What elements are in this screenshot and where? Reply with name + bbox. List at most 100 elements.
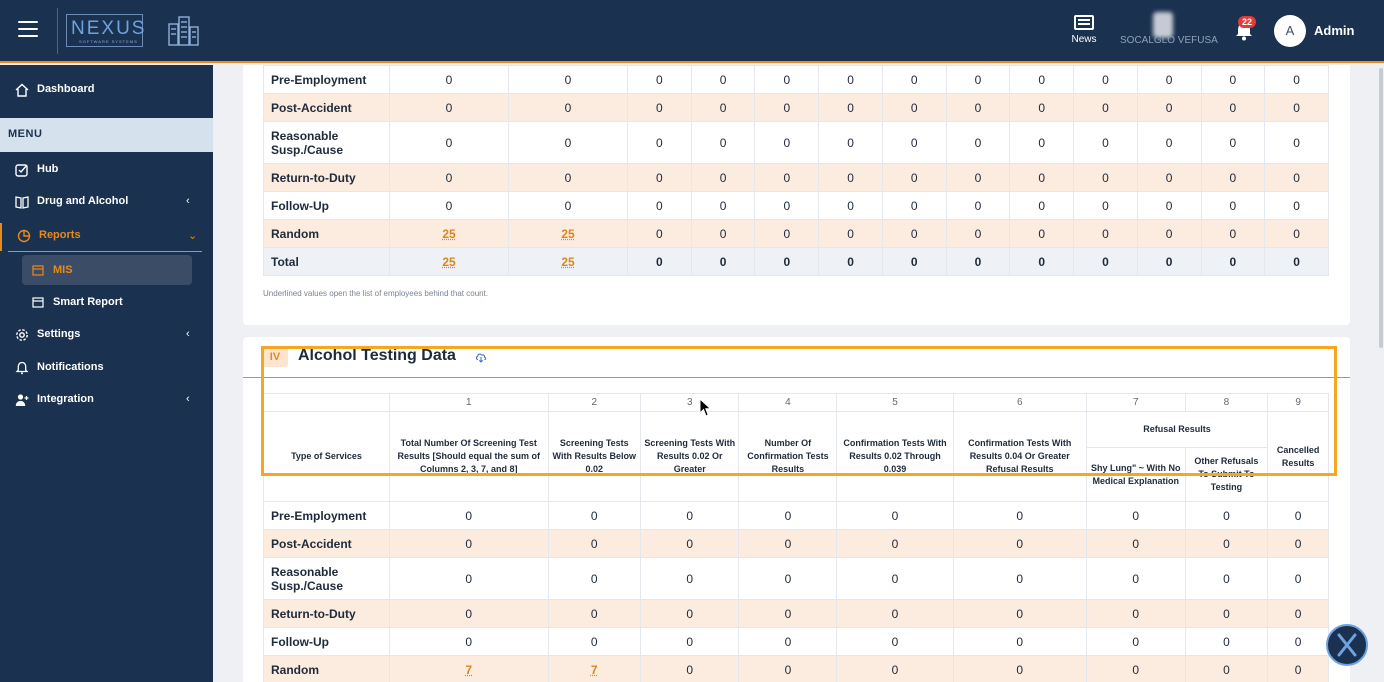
- column-header: Other Refusals To Submit To Testing: [1184, 447, 1269, 502]
- table-cell: 0: [1136, 219, 1202, 248]
- row-label: Pre-Employment: [263, 65, 390, 94]
- chevron-left-icon: ‹: [186, 393, 190, 405]
- section-divider: [243, 377, 1350, 378]
- alcohol-testing-table: 1 2 3 4 5 6 7 8 9 Type of Services Total…: [263, 393, 1329, 682]
- x-logo-icon: [1337, 633, 1357, 657]
- sidebar-item-settings[interactable]: Settings ‹: [0, 322, 213, 350]
- employee-count-link[interactable]: 25: [442, 227, 455, 241]
- sidebar-item-drug-and-alcohol[interactable]: Drug and Alcohol ‹: [0, 189, 213, 217]
- column-number: 2: [547, 393, 642, 412]
- table-cell: 0: [388, 163, 510, 192]
- calendar-icon: [32, 297, 44, 308]
- row-label: Return-to-Duty: [263, 599, 390, 628]
- gear-icon: [16, 329, 28, 341]
- table-cell: 0: [1184, 557, 1269, 600]
- sidebar-item-label: Smart Report: [53, 296, 123, 308]
- home-icon: [15, 83, 29, 97]
- table-cell: 0: [1009, 247, 1075, 276]
- sidebar-item-integration[interactable]: Integration ‹: [0, 387, 213, 415]
- table-cell: 0: [1267, 501, 1329, 530]
- employee-count-link[interactable]: 7: [591, 663, 598, 677]
- table-cell: 0: [1184, 627, 1269, 656]
- column-number: 8: [1184, 393, 1269, 412]
- table-cell: 0: [818, 219, 883, 248]
- news-label: News: [1071, 34, 1097, 45]
- table-cell: 0: [952, 529, 1087, 558]
- table-cell: 0: [818, 163, 883, 192]
- row-label: Follow-Up: [263, 191, 390, 220]
- table-cell: 0: [627, 219, 692, 248]
- sidebar-item-notifications[interactable]: Notifications: [0, 355, 213, 383]
- table-row: Follow-Up 0 0 0 0 0 0 0 0 0: [263, 627, 1329, 656]
- column-header: Confirmation Tests With Results 0.04 Or …: [952, 411, 1087, 502]
- table-cell: 0: [1136, 65, 1202, 94]
- sidebar-item-dashboard[interactable]: Dashboard: [0, 77, 213, 105]
- table-cell: 0: [945, 191, 1011, 220]
- news-button[interactable]: News: [1068, 15, 1100, 49]
- table-cell: 0: [1009, 65, 1075, 94]
- sidebar-item-hub[interactable]: Hub: [0, 157, 213, 185]
- table-cell: 0: [836, 529, 954, 558]
- column-number: 6: [952, 393, 1087, 412]
- table-cell: 0: [738, 557, 838, 600]
- row-label: Return-to-Duty: [263, 163, 390, 192]
- sidebar-subitem-mis[interactable]: MIS: [22, 255, 192, 285]
- table-cell: 0: [945, 93, 1011, 122]
- column-number: 5: [836, 393, 954, 412]
- chevron-left-icon: ‹: [186, 195, 190, 207]
- table-cell: 0: [754, 219, 820, 248]
- table-cell: 0: [754, 163, 820, 192]
- table-cell: 0: [818, 93, 883, 122]
- table-cell: 0: [1009, 191, 1075, 220]
- company-switcher[interactable]: SOCALGLO VEFUSA: [1120, 12, 1218, 50]
- assistant-fab-button[interactable]: [1326, 624, 1368, 666]
- employee-count-link[interactable]: 25: [561, 227, 574, 241]
- table-cell: 0: [1073, 121, 1138, 164]
- row-label: Total: [263, 247, 390, 276]
- table-cell: 0: [1085, 655, 1186, 682]
- column-number: 7: [1085, 393, 1186, 412]
- table-cell: 0: [508, 163, 629, 192]
- nexus-logo[interactable]: NEXUS SOFTWARE SYSTEMS: [66, 14, 144, 47]
- employee-count-link[interactable]: 25: [561, 255, 574, 269]
- table-cell: 0: [1267, 655, 1329, 682]
- table-cell: 0: [818, 191, 883, 220]
- table-cell: 0: [627, 163, 692, 192]
- book-icon: [15, 196, 29, 209]
- hamburger-menu-icon[interactable]: [18, 21, 38, 37]
- table-cell: 0: [640, 655, 740, 682]
- table-cell: 0: [945, 121, 1011, 164]
- table-cell: 0: [754, 247, 820, 276]
- sidebar-item-reports[interactable]: Reports ⌄: [0, 223, 213, 251]
- cloud-download-icon[interactable]: [475, 351, 487, 363]
- table-cell: 0: [1264, 191, 1329, 220]
- table-cell: 0: [627, 247, 692, 276]
- table-cell: 0: [1184, 599, 1269, 628]
- table-cell: 0: [627, 65, 692, 94]
- logo-subtext: SOFTWARE SYSTEMS: [79, 39, 138, 44]
- drug-testing-table: 8] Pre-Employment0000000000000Post-Accid…: [263, 65, 1329, 276]
- sidebar-subitem-smart-report[interactable]: Smart Report: [22, 287, 192, 317]
- calendar-icon: [32, 265, 44, 276]
- table-cell: 0: [690, 219, 756, 248]
- employee-count-link[interactable]: 25: [442, 255, 455, 269]
- table-cell: 0: [547, 501, 642, 530]
- table-row: Pre-Employment 0 0 0 0 0 0 0 0 0: [263, 501, 1329, 530]
- row-label: Reasonable Susp./Cause: [263, 121, 390, 164]
- table-cell: 0: [1184, 529, 1269, 558]
- table-cell: 0: [1136, 191, 1202, 220]
- table-cell: 0: [690, 121, 756, 164]
- table-row: Follow-Up 0 0 0 0 0 0 0 0 0 0 0 0 0: [263, 191, 1329, 220]
- table-cell: 0: [881, 65, 947, 94]
- employee-count-link[interactable]: 7: [465, 663, 472, 677]
- table-cell: 0: [690, 93, 756, 122]
- company-name: SOCALGLO VEFUSA: [1120, 35, 1218, 46]
- table-cell: 0: [547, 599, 642, 628]
- table-cell: 0: [836, 557, 954, 600]
- total-row: Total 25 25 0 0 0 0 0 0 0 0 0 0 0: [263, 247, 1329, 276]
- table-cell: 0: [881, 163, 947, 192]
- logo-divider: [57, 8, 58, 54]
- table-cell: 0: [952, 501, 1087, 530]
- table-cell: 7: [547, 655, 642, 682]
- scrollbar-thumb[interactable]: [1379, 68, 1383, 348]
